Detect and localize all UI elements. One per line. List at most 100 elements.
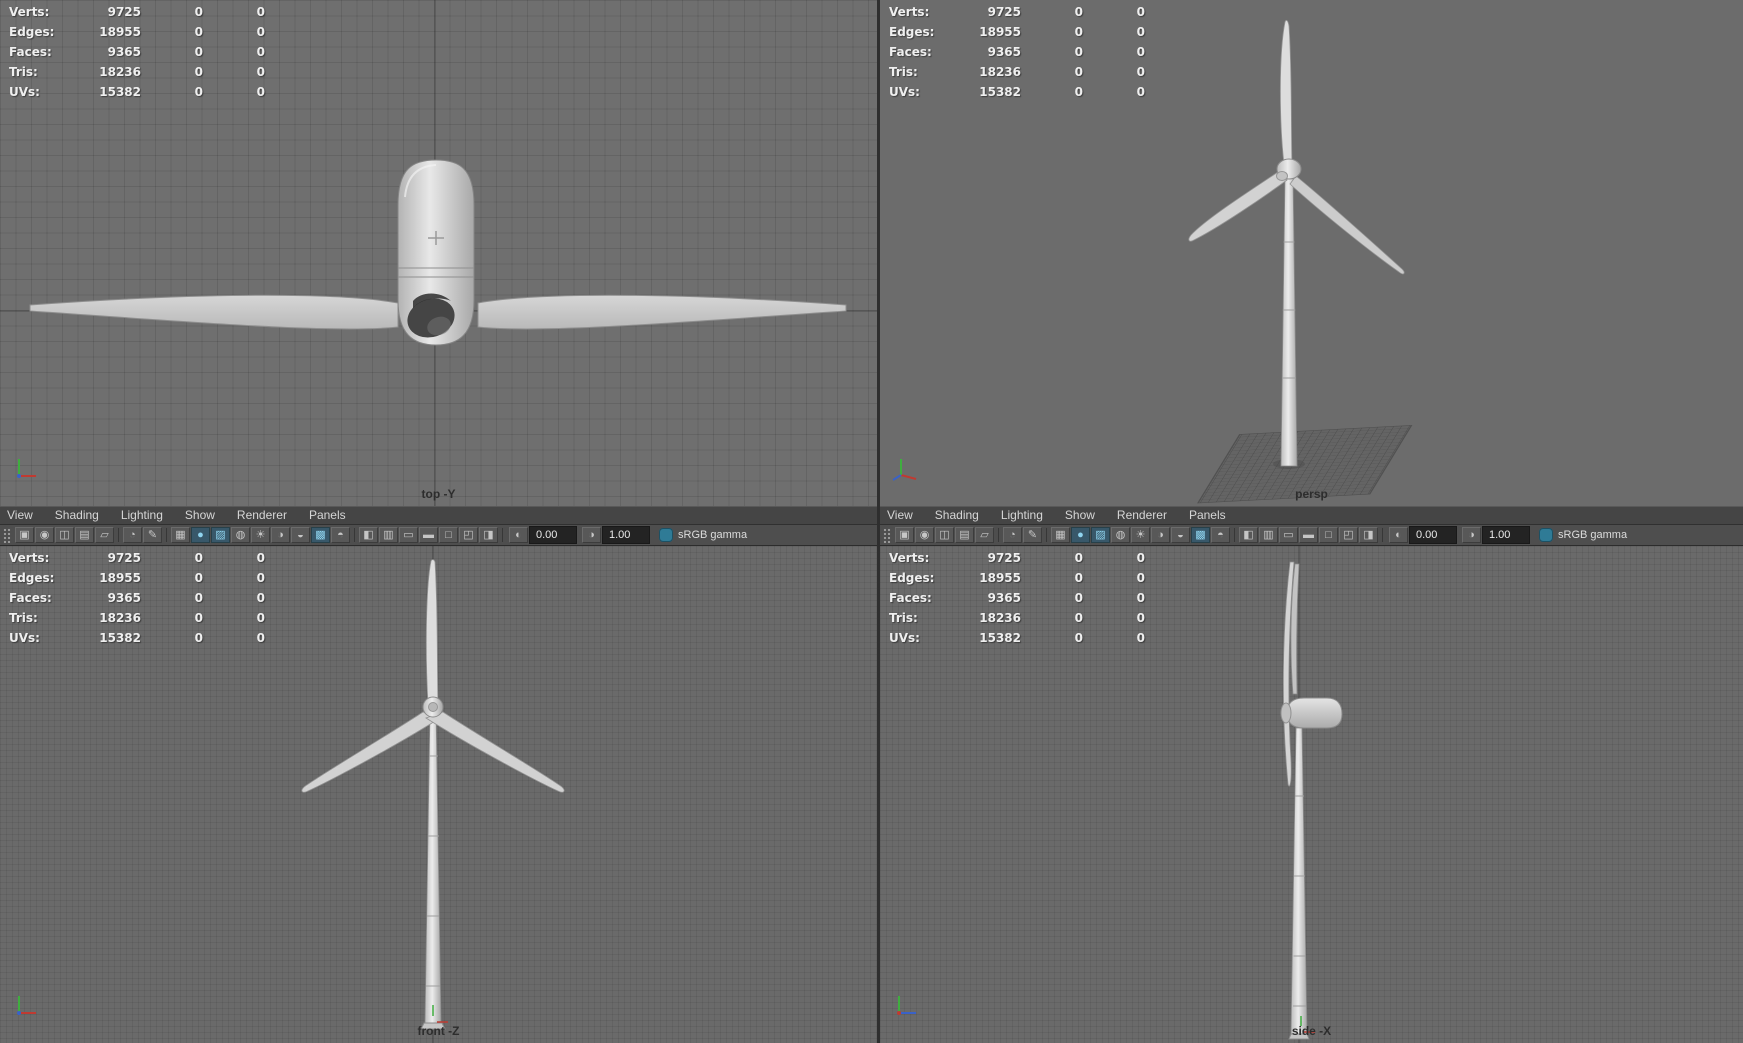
- viewport-persp[interactable]: Verts: 9725 0 0 Edges: 18955 0 0 Faces: 9365 0 0 Tri…: [880, 0, 1743, 506]
- film-gate-icon[interactable]: □: [1319, 527, 1338, 543]
- gate-mask-icon[interactable]: ▬: [1299, 527, 1318, 543]
- hud-stat-col2: 0: [194, 25, 203, 39]
- panel-grip[interactable]: [3, 527, 11, 543]
- hud-stat-label: Faces:: [889, 591, 932, 605]
- motion-blur-icon[interactable]: ◓: [331, 527, 350, 543]
- panel-menu-renderer[interactable]: Renderer: [1106, 507, 1178, 524]
- shadows-icon[interactable]: ◑: [1151, 527, 1170, 543]
- viewport-divider[interactable]: [877, 0, 880, 1043]
- panel-menu-show[interactable]: Show: [1054, 507, 1106, 524]
- grease-pencil-icon[interactable]: ✎: [1023, 527, 1042, 543]
- viewport-front[interactable]: Verts: 9725 0 0 Edges: 18955 0 0 Faces: 9365 0 0 Tri…: [0, 546, 877, 1043]
- hud-stat-total: 18236: [979, 65, 1021, 79]
- toolbar-separator: [351, 527, 358, 543]
- wireframe-icon[interactable]: ▦: [171, 527, 190, 543]
- panel-menu-panels[interactable]: Panels: [298, 507, 357, 524]
- lock-camera-icon[interactable]: ◉: [915, 527, 934, 543]
- safe-action-icon[interactable]: ◰: [1339, 527, 1358, 543]
- two-d-pan-zoom-icon[interactable]: ◔: [1003, 527, 1022, 543]
- panel-menu-show[interactable]: Show: [174, 507, 226, 524]
- resolution-gate-icon[interactable]: ▭: [1279, 527, 1298, 543]
- gamma-field[interactable]: 1.00: [602, 526, 650, 544]
- gate-mask-icon[interactable]: ▬: [419, 527, 438, 543]
- hud-row: UVs: 15382 0 0: [9, 628, 265, 648]
- lock-camera-icon[interactable]: ◉: [35, 527, 54, 543]
- hud-stat-col3: 0: [1136, 551, 1145, 565]
- wireframe-icon[interactable]: ▦: [1051, 527, 1070, 543]
- hud-stat-col2: 0: [1074, 571, 1083, 585]
- exposure-field-icon[interactable]: ◐: [509, 527, 528, 543]
- panel-menu-renderer[interactable]: Renderer: [226, 507, 298, 524]
- panel-menu-lighting[interactable]: Lighting: [990, 507, 1054, 524]
- exposure-field[interactable]: 0.00: [1409, 526, 1457, 544]
- view-transform[interactable]: sRGB gamma: [1533, 528, 1633, 542]
- select-camera-icon[interactable]: ▣: [895, 527, 914, 543]
- anti-alias-icon[interactable]: ▩: [1191, 527, 1210, 543]
- hud-stat-col3: 0: [1136, 611, 1145, 625]
- gamma-field-icon[interactable]: ◑: [1462, 527, 1481, 543]
- hud-stat-total: 18236: [979, 611, 1021, 625]
- gamma-field-icon[interactable]: ◑: [582, 527, 601, 543]
- tower: [1280, 175, 1298, 467]
- occlusion-icon[interactable]: ◒: [1171, 527, 1190, 543]
- textured-icon[interactable]: ▨: [211, 527, 230, 543]
- isolate-select-icon[interactable]: ◧: [359, 527, 378, 543]
- two-d-pan-zoom-icon[interactable]: ◔: [123, 527, 142, 543]
- grease-pencil-icon[interactable]: ✎: [143, 527, 162, 543]
- viewport-side[interactable]: Verts: 9725 0 0 Edges: 18955 0 0 Faces: 9365 0 0 Tri…: [880, 546, 1743, 1043]
- use-default-material-icon[interactable]: ◍: [1111, 527, 1130, 543]
- viewport-top[interactable]: Verts: 9725 0 0 Edges: 18955 0 0 Faces: 9365 0 0 Tri…: [0, 0, 877, 506]
- hud-stat-col2: 0: [194, 611, 203, 625]
- lights-icon[interactable]: ☀: [251, 527, 270, 543]
- film-gate-icon[interactable]: □: [439, 527, 458, 543]
- hud-row: Tris: 18236 0 0: [889, 608, 1145, 628]
- exposure-field[interactable]: 0.00: [529, 526, 577, 544]
- field-chart-icon[interactable]: ▥: [379, 527, 398, 543]
- image-plane-icon[interactable]: ▱: [975, 527, 994, 543]
- panel-menu-shading[interactable]: Shading: [924, 507, 990, 524]
- hud-stat-total: 18236: [99, 65, 141, 79]
- hud-stat-col3: 0: [1136, 591, 1145, 605]
- resolution-gate-icon[interactable]: ▭: [399, 527, 418, 543]
- anti-alias-icon[interactable]: ▩: [311, 527, 330, 543]
- view-transform[interactable]: sRGB gamma: [653, 528, 753, 542]
- textured-icon[interactable]: ▨: [1091, 527, 1110, 543]
- exposure-field-icon[interactable]: ◐: [1389, 527, 1408, 543]
- image-plane-icon[interactable]: ▱: [95, 527, 114, 543]
- camera-attributes-icon[interactable]: ◫: [935, 527, 954, 543]
- panel-menubar-front: View Shading Lighting Show Renderer Panels: [0, 506, 877, 525]
- smooth-shade-icon[interactable]: ●: [191, 527, 210, 543]
- gamma-field[interactable]: 1.00: [1482, 526, 1530, 544]
- smooth-shade-icon[interactable]: ●: [1071, 527, 1090, 543]
- hud-stat-col2: 0: [194, 5, 203, 19]
- panel-menu-shading[interactable]: Shading: [44, 507, 110, 524]
- hud-stat-col3: 0: [256, 611, 265, 625]
- hud-stat-total: 15382: [99, 85, 141, 99]
- camera-attributes-icon[interactable]: ◫: [55, 527, 74, 543]
- view-transform-text: sRGB gamma: [1558, 529, 1628, 541]
- panel-menubar-side: View Shading Lighting Show Renderer Panels: [880, 506, 1743, 525]
- occlusion-icon[interactable]: ◒: [291, 527, 310, 543]
- panel-menu-view[interactable]: View: [0, 507, 44, 524]
- safe-title-icon[interactable]: ◨: [1359, 527, 1378, 543]
- blade-lower-right: [425, 711, 565, 793]
- field-chart-icon[interactable]: ▥: [1259, 527, 1278, 543]
- shadows-icon[interactable]: ◑: [271, 527, 290, 543]
- panel-menu-panels[interactable]: Panels: [1178, 507, 1237, 524]
- safe-title-icon[interactable]: ◨: [479, 527, 498, 543]
- rotor-hub: [1276, 171, 1288, 181]
- hud-stat-col2: 0: [194, 85, 203, 99]
- bookmark-icon[interactable]: ▤: [75, 527, 94, 543]
- use-default-material-icon[interactable]: ◍: [231, 527, 250, 543]
- hud-row: Tris: 18236 0 0: [889, 62, 1145, 82]
- select-camera-icon[interactable]: ▣: [15, 527, 34, 543]
- lights-icon[interactable]: ☀: [1131, 527, 1150, 543]
- panel-menu-view[interactable]: View: [880, 507, 924, 524]
- bookmark-icon[interactable]: ▤: [955, 527, 974, 543]
- panel-grip[interactable]: [883, 527, 891, 543]
- nacelle: [1286, 697, 1343, 729]
- motion-blur-icon[interactable]: ◓: [1211, 527, 1230, 543]
- panel-menu-lighting[interactable]: Lighting: [110, 507, 174, 524]
- isolate-select-icon[interactable]: ◧: [1239, 527, 1258, 543]
- safe-action-icon[interactable]: ◰: [459, 527, 478, 543]
